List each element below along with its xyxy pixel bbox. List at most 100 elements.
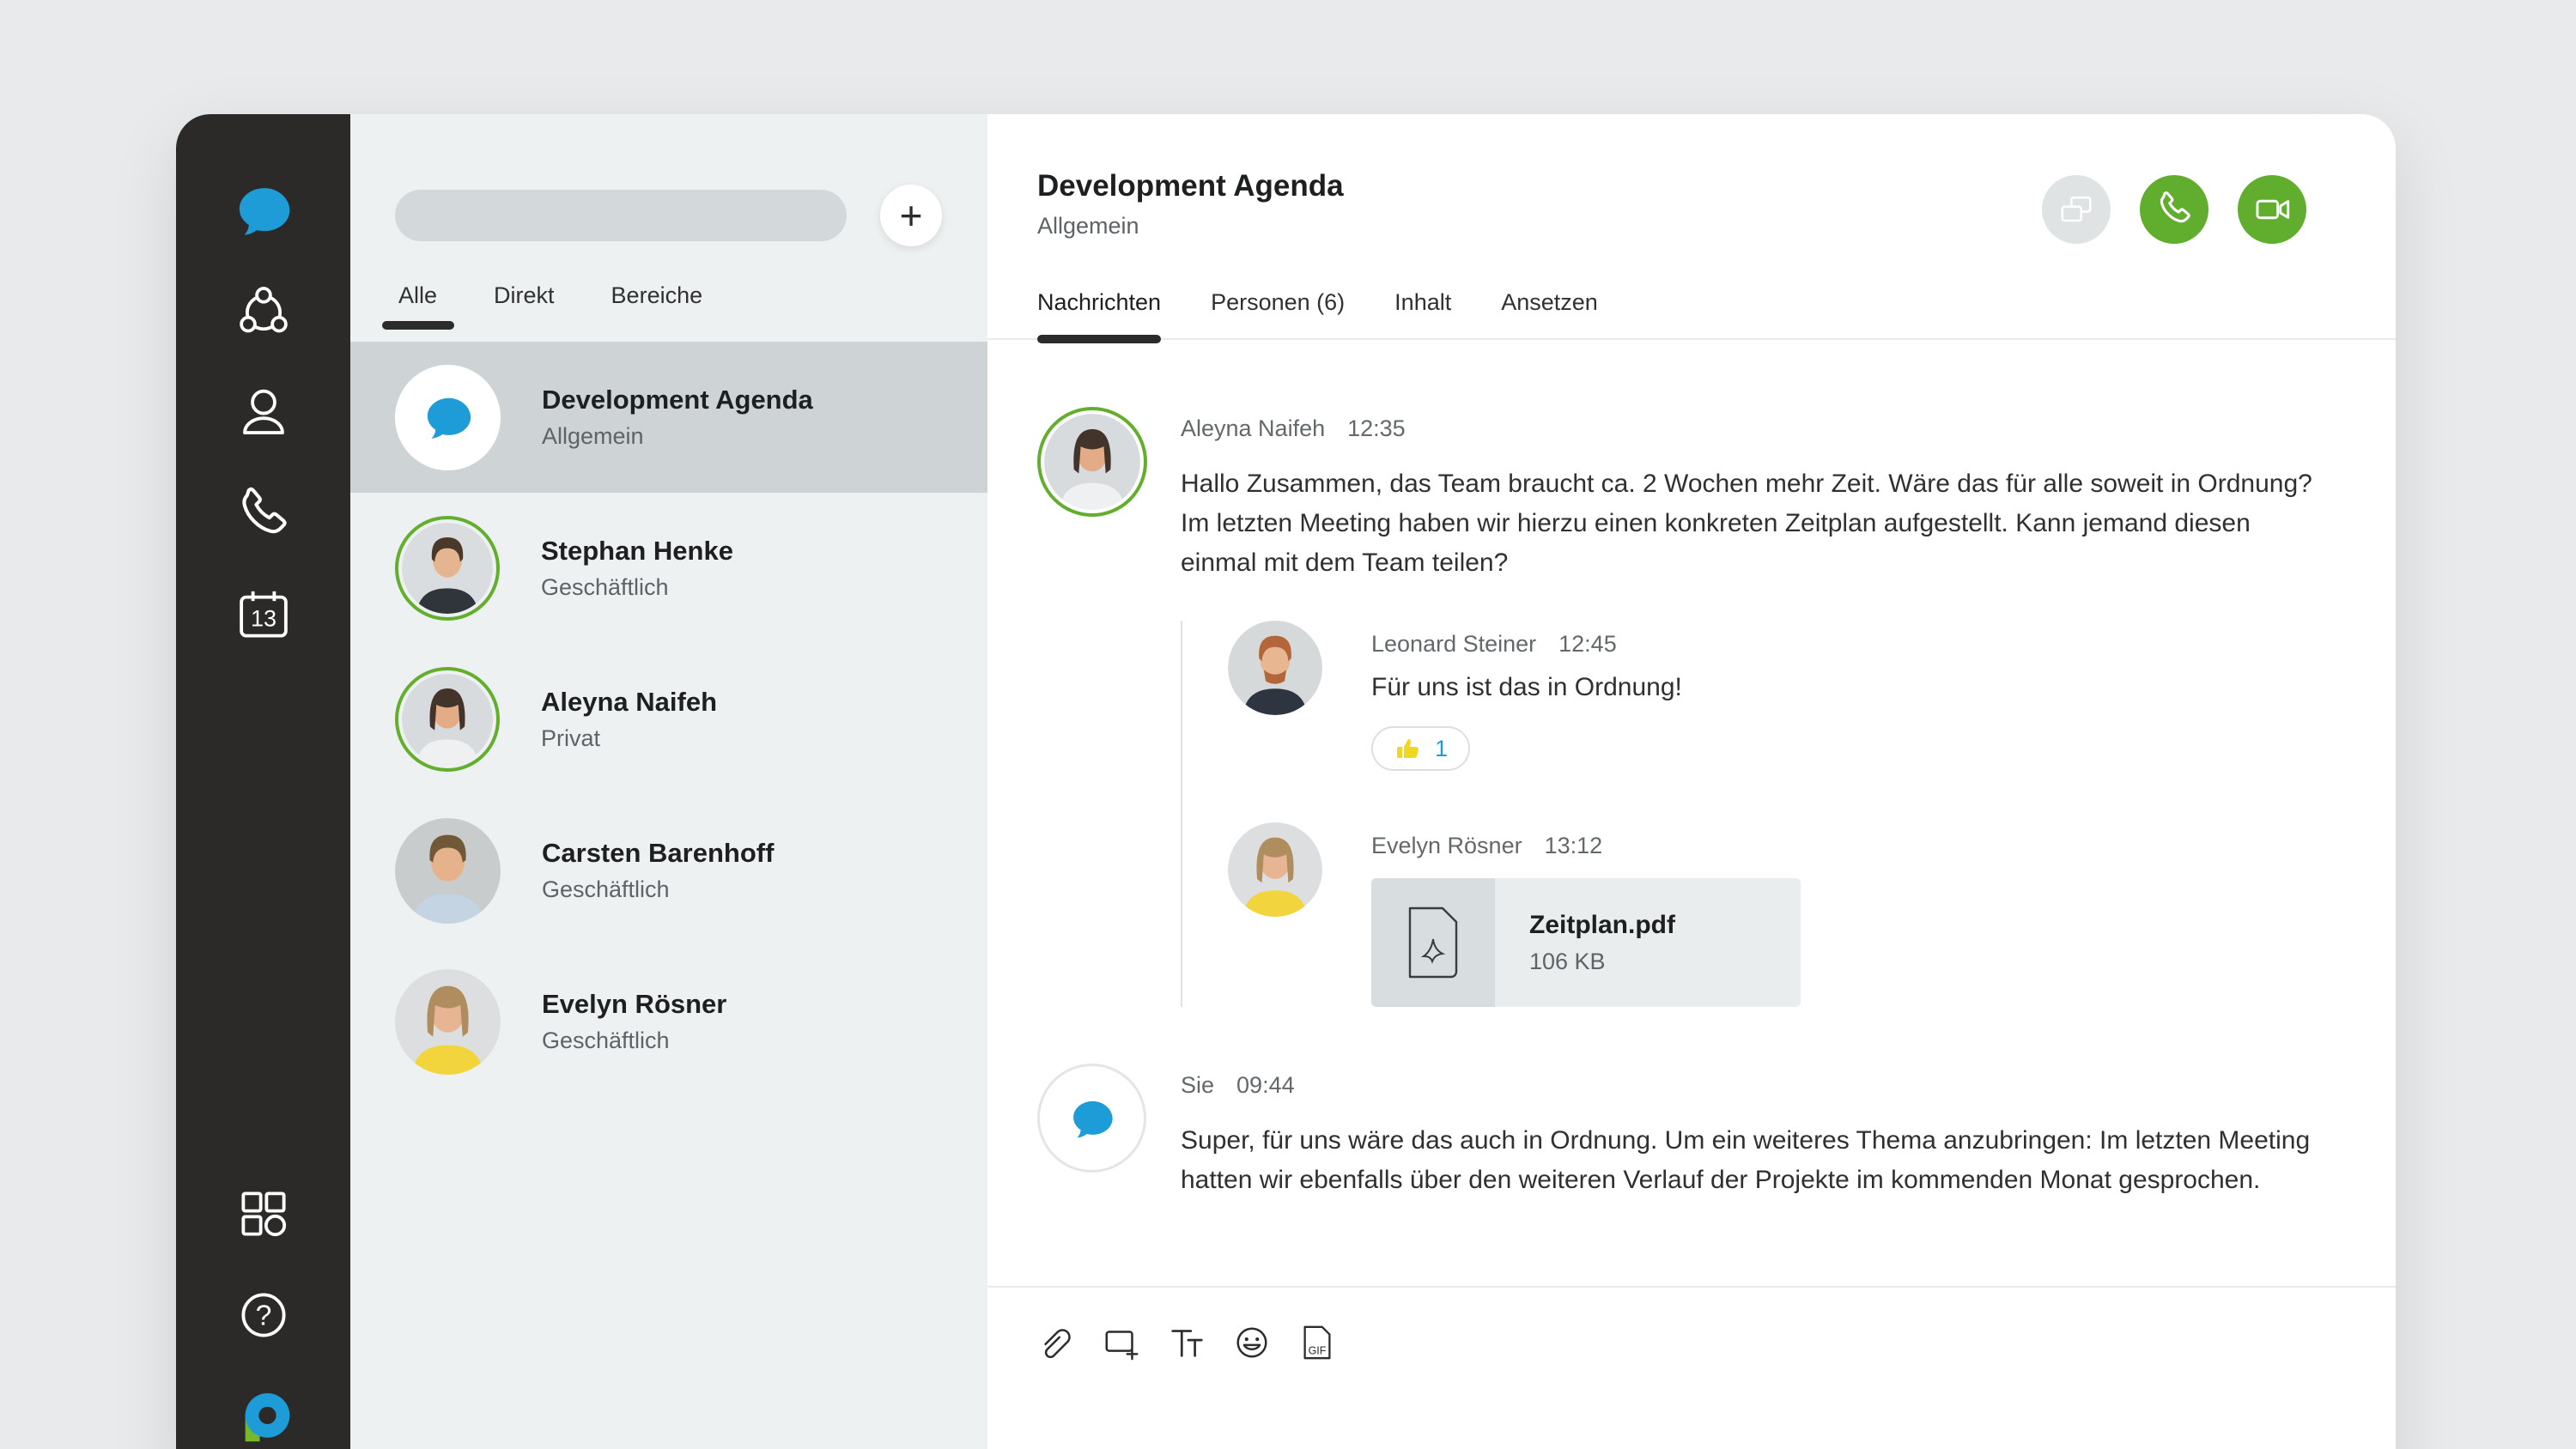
video-call-icon xyxy=(2250,187,2294,232)
header-actions xyxy=(2042,175,2306,244)
reply-avatar-column xyxy=(1228,621,1322,771)
gif-icon[interactable]: GIF xyxy=(1297,1322,1338,1363)
message-head: Evelyn Rösner 13:12 xyxy=(1371,833,1801,859)
chat-subtitle: Allgemein xyxy=(542,423,813,450)
online-status-ring xyxy=(395,516,500,621)
attachment-thumbnail xyxy=(1371,878,1495,1007)
screen-share-button[interactable] xyxy=(2042,175,2111,244)
reaction-pill[interactable]: 1 xyxy=(1371,726,1470,771)
tab-ansetzen[interactable]: Ansetzen xyxy=(1501,289,1598,338)
message-head: Sie 09:44 xyxy=(1181,1072,2318,1099)
call-icon xyxy=(2152,187,2196,232)
message-body: Aleyna Naifeh 12:35 Hallo Zusammen, das … xyxy=(1181,407,2318,583)
attachment-filesize: 106 KB xyxy=(1529,949,1801,975)
tab-alle[interactable]: Alle xyxy=(398,282,437,330)
nav-rail: 13 ? xyxy=(176,114,350,1449)
chat-row-development-agenda[interactable]: Development Agenda Allgemein xyxy=(350,342,987,493)
thread-reply: Leonard Steiner 12:45 Für uns ist das in… xyxy=(1228,621,2318,771)
message-self: Sie 09:44 Super, für uns wäre das auch i… xyxy=(1037,1064,2318,1200)
message-avatar-column xyxy=(1037,1064,1181,1200)
avatar xyxy=(1228,621,1322,715)
brand-logo xyxy=(233,1385,295,1447)
sidebar-tabs: Alle Direkt Bereiche xyxy=(398,282,987,330)
online-status-ring xyxy=(1037,407,1147,517)
message-text: Hallo Zusammen, das Team braucht ca. 2 W… xyxy=(1181,464,2318,583)
call-button[interactable] xyxy=(2140,175,2208,244)
chat-row-evelyn-roesner[interactable]: Evelyn Rösner Geschäftlich xyxy=(350,946,987,1097)
emoji-icon[interactable] xyxy=(1231,1322,1273,1363)
chat-list: Development Agenda Allgemein xyxy=(350,342,987,1097)
pdf-file-icon xyxy=(1405,906,1461,979)
help-icon[interactable]: ? xyxy=(233,1284,295,1346)
message-author: Sie xyxy=(1181,1072,1214,1099)
tab-nachrichten[interactable]: Nachrichten xyxy=(1037,289,1161,338)
chat-sidebar: + Alle Direkt Bereiche Development Agend… xyxy=(350,114,987,1449)
chat-name: Development Agenda xyxy=(542,385,813,415)
desktop-background: { "colors": { "accent_blue": "#1e9cd8", … xyxy=(0,0,2576,1449)
attachment-filename: Zeitplan.pdf xyxy=(1529,911,1801,940)
tab-personen[interactable]: Personen (6) xyxy=(1211,289,1345,338)
gif-label: GIF xyxy=(1309,1344,1327,1356)
attachment-card[interactable]: Zeitplan.pdf 106 KB xyxy=(1371,878,1801,1007)
screenshot-icon[interactable] xyxy=(1101,1322,1142,1363)
thread-reply: Evelyn Rösner 13:12 Zeitpla xyxy=(1228,822,2318,1007)
avatar xyxy=(1044,414,1140,510)
chat-name: Aleyna Naifeh xyxy=(541,687,717,718)
online-status-ring xyxy=(395,667,500,772)
channel-avatar xyxy=(395,365,501,470)
message-head: Aleyna Naifeh 12:35 xyxy=(1181,415,2318,442)
chat-subtitle: Geschäftlich xyxy=(542,876,774,903)
message-time: 09:44 xyxy=(1236,1072,1295,1099)
conversation-tabs: Nachrichten Personen (6) Inhalt Ansetzen xyxy=(1037,289,2396,338)
new-chat-button[interactable]: + xyxy=(880,185,942,246)
chat-name: Stephan Henke xyxy=(541,536,733,567)
message-composer: GIF xyxy=(987,1286,2396,1449)
reply-body: Leonard Steiner 12:45 Für uns ist das in… xyxy=(1371,621,1682,771)
message-body: Sie 09:44 Super, für uns wäre das auch i… xyxy=(1181,1064,2318,1200)
calendar-day-label: 13 xyxy=(250,605,276,631)
search-input[interactable] xyxy=(395,190,847,241)
reaction-count: 1 xyxy=(1435,736,1448,762)
message-author: Leonard Steiner xyxy=(1371,631,1536,658)
message-head: Leonard Steiner 12:45 xyxy=(1371,631,1682,658)
conversation-panel: Development Agenda Allgemein xyxy=(987,114,2396,1449)
video-call-button[interactable] xyxy=(2238,175,2306,244)
chat-name: Carsten Barenhoff xyxy=(542,838,774,869)
reply-body: Evelyn Rösner 13:12 Zeitpla xyxy=(1371,822,1801,1007)
chat-row-aleyna-naifeh[interactable]: Aleyna Naifeh Privat xyxy=(350,644,987,795)
message-text: Für uns ist das in Ordnung! xyxy=(1371,673,1682,702)
help-glyph: ? xyxy=(255,1299,271,1331)
message-list: Aleyna Naifeh 12:35 Hallo Zusammen, das … xyxy=(987,340,2396,1200)
chat-bubble-icon[interactable] xyxy=(233,179,295,241)
message: Aleyna Naifeh 12:35 Hallo Zusammen, das … xyxy=(1037,407,2318,583)
search-row: + xyxy=(395,185,987,246)
chat-subtitle: Geschäftlich xyxy=(542,1028,726,1054)
text-format-icon[interactable] xyxy=(1166,1322,1207,1363)
person-icon[interactable] xyxy=(233,382,295,444)
apps-grid-icon[interactable] xyxy=(233,1183,295,1245)
composer-toolbar: GIF xyxy=(1036,1322,2396,1363)
message-time: 12:35 xyxy=(1347,415,1406,442)
chat-subtitle: Geschäftlich xyxy=(541,574,733,601)
tab-inhalt[interactable]: Inhalt xyxy=(1394,289,1451,338)
tab-bereiche[interactable]: Bereiche xyxy=(611,282,703,330)
chat-row-carsten-barenhoff[interactable]: Carsten Barenhoff Geschäftlich xyxy=(350,795,987,946)
conversation-tabs-wrap: Nachrichten Personen (6) Inhalt Ansetzen xyxy=(987,289,2396,340)
screen-share-icon xyxy=(2054,187,2099,232)
self-avatar xyxy=(1037,1064,1146,1173)
attach-icon[interactable] xyxy=(1036,1322,1077,1363)
reply-avatar-column xyxy=(1228,822,1322,1007)
message-avatar-column xyxy=(1037,407,1181,583)
chat-subtitle: Privat xyxy=(541,725,717,752)
avatar xyxy=(395,969,501,1075)
phone-icon[interactable] xyxy=(233,483,295,545)
calendar-icon[interactable]: 13 xyxy=(233,585,295,646)
avatar xyxy=(402,674,493,765)
thread: Leonard Steiner 12:45 Für uns ist das in… xyxy=(1181,621,2318,1007)
message-author: Aleyna Naifeh xyxy=(1181,415,1325,442)
contacts-icon[interactable] xyxy=(233,281,295,343)
chat-row-stephan-henke[interactable]: Stephan Henke Geschäftlich xyxy=(350,493,987,644)
avatar xyxy=(395,818,501,924)
tab-direkt[interactable]: Direkt xyxy=(494,282,555,330)
thumbs-up-emoji xyxy=(1394,735,1421,762)
